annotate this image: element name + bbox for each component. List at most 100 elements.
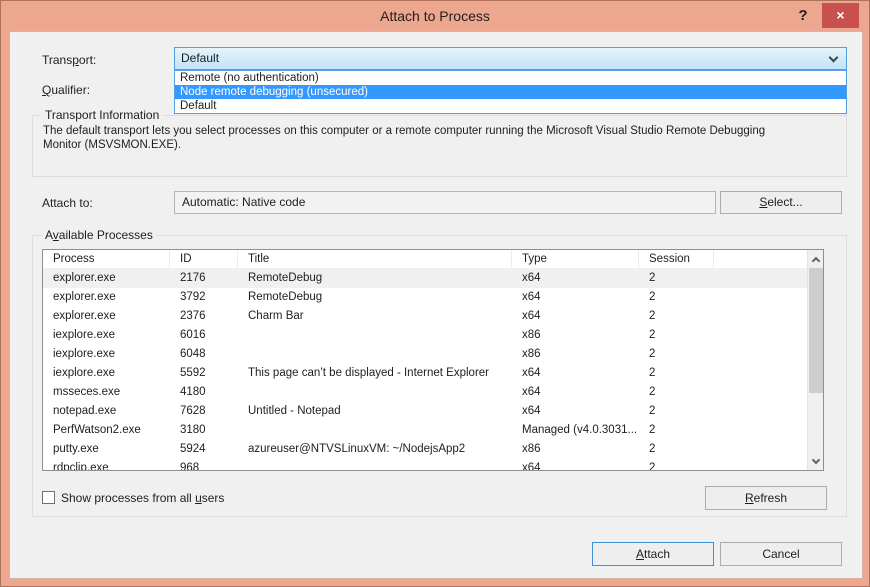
cell-title: RemoteDebug — [238, 288, 512, 307]
cell-type: x64 — [512, 383, 639, 402]
select-button[interactable]: Select... — [720, 191, 842, 214]
cell-session: 2 — [639, 440, 714, 459]
attach-to-field[interactable]: Automatic: Native code — [174, 191, 716, 214]
scrollbar-thumb[interactable] — [809, 268, 823, 393]
cell-id: 4180 — [170, 383, 238, 402]
transport-information-groupbox: Transport Information The default transp… — [32, 115, 847, 177]
cell-id: 6016 — [170, 326, 238, 345]
cell-session: 2 — [639, 326, 714, 345]
cell-process: iexplore.exe — [43, 326, 170, 345]
transport-combobox[interactable]: Default — [174, 47, 847, 70]
cell-id: 968 — [170, 459, 238, 471]
cell-type: x86 — [512, 345, 639, 364]
cell-session: 2 — [639, 345, 714, 364]
cell-type: x64 — [512, 459, 639, 471]
qualifier-label: Qualifier: — [42, 83, 90, 97]
column-header-title[interactable]: Title — [238, 250, 512, 269]
refresh-button[interactable]: Refresh — [705, 486, 827, 510]
show-all-users-checkbox-row[interactable]: Show processes from all users — [42, 489, 224, 505]
cancel-button[interactable]: Cancel — [720, 542, 842, 566]
cell-id: 2376 — [170, 307, 238, 326]
cell-session: 2 — [639, 288, 714, 307]
transport-option[interactable]: Default — [175, 99, 846, 113]
cell-title: This page can’t be displayed - Internet … — [238, 364, 512, 383]
cell-id: 5924 — [170, 440, 238, 459]
cell-title: RemoteDebug — [238, 269, 512, 288]
title-bar[interactable]: Attach to Process ? × — [1, 1, 869, 31]
cell-session: 2 — [639, 402, 714, 421]
dialog-body: Transport: Default Remote (no authentica… — [9, 31, 863, 579]
cell-type: x64 — [512, 288, 639, 307]
show-all-users-checkbox[interactable] — [42, 491, 55, 504]
transport-label: Transport: — [42, 53, 96, 67]
process-row[interactable]: PerfWatson2.exe3180 Managed (v4.0.3031...… — [43, 421, 809, 440]
transport-option[interactable]: Node remote debugging (unsecured) — [175, 85, 846, 99]
attach-button[interactable]: Attach — [592, 542, 714, 566]
cell-session: 2 — [639, 269, 714, 288]
process-row[interactable]: explorer.exe2176RemoteDebugx642 — [43, 269, 809, 288]
cell-title: azureuser@NTVSLinuxVM: ~/NodejsApp2 — [238, 440, 512, 459]
scroll-down-button[interactable] — [808, 453, 824, 470]
cell-title — [238, 459, 512, 471]
cell-type: x64 — [512, 364, 639, 383]
cell-process: msseces.exe — [43, 383, 170, 402]
cell-type: x64 — [512, 307, 639, 326]
column-header-session[interactable]: Session — [639, 250, 714, 269]
cell-id: 6048 — [170, 345, 238, 364]
transport-info-line: Monitor (MSVSMON.EXE). — [43, 139, 846, 151]
cell-session: 2 — [639, 459, 714, 471]
process-row[interactable]: rdpclip.exe968 x642 — [43, 459, 809, 471]
cell-type: x64 — [512, 269, 639, 288]
process-row[interactable]: explorer.exe2376Charm Barx642 — [43, 307, 809, 326]
cell-id: 2176 — [170, 269, 238, 288]
cell-process: iexplore.exe — [43, 364, 170, 383]
process-row[interactable]: iexplore.exe6016x862 — [43, 326, 809, 345]
process-row[interactable]: notepad.exe7628Untitled - Notepadx642 — [43, 402, 809, 421]
transport-option[interactable]: Remote (no authentication) — [175, 71, 846, 85]
attach-to-value: Automatic: Native code — [182, 195, 305, 209]
column-header-process[interactable]: Process — [43, 250, 170, 269]
process-list: ProcessIDTitleTypeSession explorer.exe21… — [42, 249, 824, 471]
cell-process: iexplore.exe — [43, 345, 170, 364]
cell-process: explorer.exe — [43, 307, 170, 326]
transport-information-legend: Transport Information — [41, 108, 163, 122]
process-row[interactable]: iexplore.exe6048 x862 — [43, 345, 809, 364]
scroll-up-icon — [812, 257, 820, 265]
scroll-up-button[interactable] — [808, 250, 824, 267]
process-row[interactable]: msseces.exe4180 x642 — [43, 383, 809, 402]
process-row[interactable]: explorer.exe3792RemoteDebugx642 — [43, 288, 809, 307]
attach-to-process-dialog: Attach to Process ? × Transport: Default… — [0, 0, 870, 587]
cell-title: Untitled - Notepad — [238, 402, 512, 421]
transport-info-line: The default transport lets you select pr… — [43, 125, 846, 137]
transport-dropdown-list: Remote (no authentication)Node remote de… — [174, 70, 847, 114]
cell-process: explorer.exe — [43, 288, 170, 307]
cell-process: PerfWatson2.exe — [43, 421, 170, 440]
column-header-type[interactable]: Type — [512, 250, 639, 269]
cell-type: x64 — [512, 402, 639, 421]
cell-title — [238, 326, 512, 345]
process-table-body: explorer.exe2176RemoteDebugx642explorer.… — [43, 269, 823, 471]
cell-type: Managed (v4.0.3031... — [512, 421, 639, 440]
cell-id: 3792 — [170, 288, 238, 307]
cell-session: 2 — [639, 383, 714, 402]
cell-session: 2 — [639, 307, 714, 326]
column-header-id[interactable]: ID — [170, 250, 238, 269]
cell-id: 3180 — [170, 421, 238, 440]
cell-process: putty.exe — [43, 440, 170, 459]
cell-id: 7628 — [170, 402, 238, 421]
process-row[interactable]: iexplore.exe5592This page can’t be displ… — [43, 364, 809, 383]
dialog-title: Attach to Process — [1, 1, 869, 31]
cell-type: x86 — [512, 440, 639, 459]
vertical-scrollbar[interactable] — [807, 250, 823, 470]
cell-process: rdpclip.exe — [43, 459, 170, 471]
scroll-down-icon — [812, 456, 820, 464]
process-row[interactable]: putty.exe5924azureuser@NTVSLinuxVM: ~/No… — [43, 440, 809, 459]
cell-id: 5592 — [170, 364, 238, 383]
close-button[interactable]: × — [822, 3, 859, 28]
show-all-users-label: Show processes from all users — [61, 491, 224, 505]
cell-title: Charm Bar — [238, 307, 512, 326]
help-button[interactable]: ? — [789, 2, 817, 29]
cell-session: 2 — [639, 421, 714, 440]
column-header-filler — [714, 250, 809, 269]
close-icon: × — [836, 7, 844, 23]
